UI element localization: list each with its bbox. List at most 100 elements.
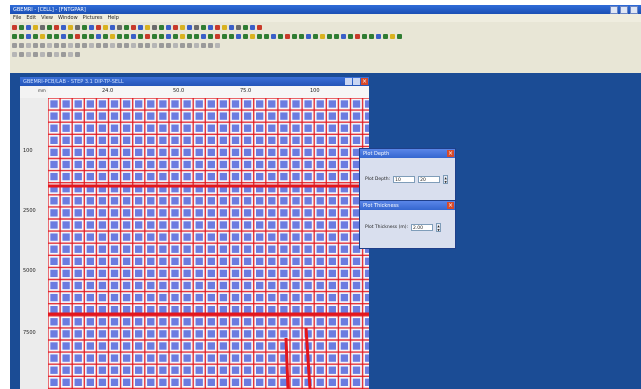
toolbar-icon[interactable] bbox=[201, 25, 206, 30]
toolbar-icon[interactable] bbox=[222, 25, 227, 30]
toolbar-icon[interactable] bbox=[19, 34, 24, 39]
toolbar-icon[interactable] bbox=[124, 34, 129, 39]
toolbar-icon[interactable] bbox=[40, 52, 45, 57]
toolbar-icon[interactable] bbox=[33, 34, 38, 39]
toolbar-icon[interactable] bbox=[19, 52, 24, 57]
toolbar-icon[interactable] bbox=[138, 43, 143, 48]
toolbar-icon[interactable] bbox=[208, 25, 213, 30]
toolbar-icon[interactable] bbox=[12, 52, 17, 57]
toolbar-icon[interactable] bbox=[166, 34, 171, 39]
toolbar-icon[interactable] bbox=[12, 25, 17, 30]
close-button[interactable] bbox=[630, 5, 638, 14]
toolbar-icon[interactable] bbox=[201, 34, 206, 39]
cell-grid-canvas[interactable] bbox=[48, 98, 369, 389]
toolbar-icon[interactable] bbox=[327, 34, 332, 39]
toolbar-icon[interactable] bbox=[306, 34, 311, 39]
toolbar-icon[interactable] bbox=[180, 34, 185, 39]
toolbar-icon[interactable] bbox=[103, 34, 108, 39]
toolbar-icon[interactable] bbox=[12, 34, 17, 39]
toolbar-icon[interactable] bbox=[138, 25, 143, 30]
toolbar-icon[interactable] bbox=[26, 52, 31, 57]
toolbar-icon[interactable] bbox=[159, 43, 164, 48]
toolbar-icon[interactable] bbox=[257, 25, 262, 30]
toolbar-icon[interactable] bbox=[40, 34, 45, 39]
toolbar-icon[interactable] bbox=[166, 25, 171, 30]
toolbar-icon[interactable] bbox=[68, 43, 73, 48]
doc-minimize-button[interactable] bbox=[345, 78, 352, 85]
toolbar-icon[interactable] bbox=[215, 34, 220, 39]
toolbar-icon[interactable] bbox=[194, 43, 199, 48]
toolbar-icon[interactable] bbox=[341, 34, 346, 39]
toolbar-icon[interactable] bbox=[285, 34, 290, 39]
toolbar-icon[interactable] bbox=[26, 34, 31, 39]
toolbar-icon[interactable] bbox=[173, 25, 178, 30]
toolbar-icon[interactable] bbox=[61, 52, 66, 57]
menu-window[interactable]: Window bbox=[58, 15, 78, 21]
toolbar-icon[interactable] bbox=[47, 52, 52, 57]
toolbar-icon[interactable] bbox=[208, 34, 213, 39]
toolbar-icon[interactable] bbox=[250, 25, 255, 30]
plot-thickness-spinner[interactable]: ▲ ▼ bbox=[436, 223, 441, 232]
toolbar-icon[interactable] bbox=[33, 43, 38, 48]
toolbar-icon[interactable] bbox=[236, 25, 241, 30]
menu-pictures[interactable]: Pictures bbox=[83, 15, 103, 21]
toolbar-icon[interactable] bbox=[362, 34, 367, 39]
toolbar-icon[interactable] bbox=[173, 34, 178, 39]
toolbar-icon[interactable] bbox=[166, 43, 171, 48]
toolbar-icon[interactable] bbox=[271, 34, 276, 39]
toolbar-icon[interactable] bbox=[103, 43, 108, 48]
toolbar-icon[interactable] bbox=[68, 52, 73, 57]
toolbar-icon[interactable] bbox=[89, 43, 94, 48]
toolbar-icon[interactable] bbox=[159, 34, 164, 39]
doc-maximize-button[interactable] bbox=[353, 78, 360, 85]
toolbar-icon[interactable] bbox=[54, 43, 59, 48]
toolbar-icon[interactable] bbox=[229, 34, 234, 39]
toolbar-icon[interactable] bbox=[236, 34, 241, 39]
toolbar-icon[interactable] bbox=[26, 25, 31, 30]
toolbar-icon[interactable] bbox=[47, 34, 52, 39]
toolbar-icon[interactable] bbox=[299, 34, 304, 39]
toolbar-icon[interactable] bbox=[82, 34, 87, 39]
toolbar-icon[interactable] bbox=[152, 43, 157, 48]
cell-grid-view[interactable] bbox=[48, 98, 369, 389]
toolbar-icon[interactable] bbox=[19, 43, 24, 48]
toolbar-icon[interactable] bbox=[390, 34, 395, 39]
toolbar-icon[interactable] bbox=[33, 52, 38, 57]
toolbar-icon[interactable] bbox=[278, 34, 283, 39]
toolbar-icon[interactable] bbox=[313, 34, 318, 39]
toolbar-icon[interactable] bbox=[75, 43, 80, 48]
toolbar-icon[interactable] bbox=[229, 25, 234, 30]
menu-file[interactable]: File bbox=[13, 15, 21, 21]
doc-close-button[interactable]: × bbox=[361, 78, 368, 85]
toolbar-icon[interactable] bbox=[215, 43, 220, 48]
plot-depth-to-field[interactable]: 20 bbox=[418, 176, 441, 183]
toolbar-icon[interactable] bbox=[47, 25, 52, 30]
toolbar-icon[interactable] bbox=[12, 43, 17, 48]
toolbar-icon[interactable] bbox=[397, 34, 402, 39]
maximize-button[interactable] bbox=[620, 5, 628, 14]
toolbar-icon[interactable] bbox=[54, 34, 59, 39]
toolbar-icon[interactable] bbox=[82, 25, 87, 30]
toolbar-icon[interactable] bbox=[75, 34, 80, 39]
toolbar-icon[interactable] bbox=[180, 25, 185, 30]
toolbar-icon[interactable] bbox=[47, 43, 52, 48]
toolbar-icon[interactable] bbox=[96, 43, 101, 48]
toolbar-icon[interactable] bbox=[89, 34, 94, 39]
toolbar-icon[interactable] bbox=[19, 25, 24, 30]
toolbar-icon[interactable] bbox=[131, 43, 136, 48]
toolbar-icon[interactable] bbox=[180, 43, 185, 48]
toolbar-icon[interactable] bbox=[61, 43, 66, 48]
toolbar-icon[interactable] bbox=[201, 43, 206, 48]
toolbar-icon[interactable] bbox=[222, 34, 227, 39]
toolbar-icon[interactable] bbox=[369, 34, 374, 39]
toolbar-icon[interactable] bbox=[152, 25, 157, 30]
toolbar-icon[interactable] bbox=[194, 34, 199, 39]
toolbar-icon[interactable] bbox=[187, 43, 192, 48]
toolbar-icon[interactable] bbox=[61, 34, 66, 39]
toolbar-icon[interactable] bbox=[26, 43, 31, 48]
toolbar-icon[interactable] bbox=[187, 34, 192, 39]
toolbar-icon[interactable] bbox=[33, 25, 38, 30]
toolbar-icon[interactable] bbox=[68, 25, 73, 30]
toolbar-icon[interactable] bbox=[173, 43, 178, 48]
menu-view[interactable]: View bbox=[41, 15, 53, 21]
